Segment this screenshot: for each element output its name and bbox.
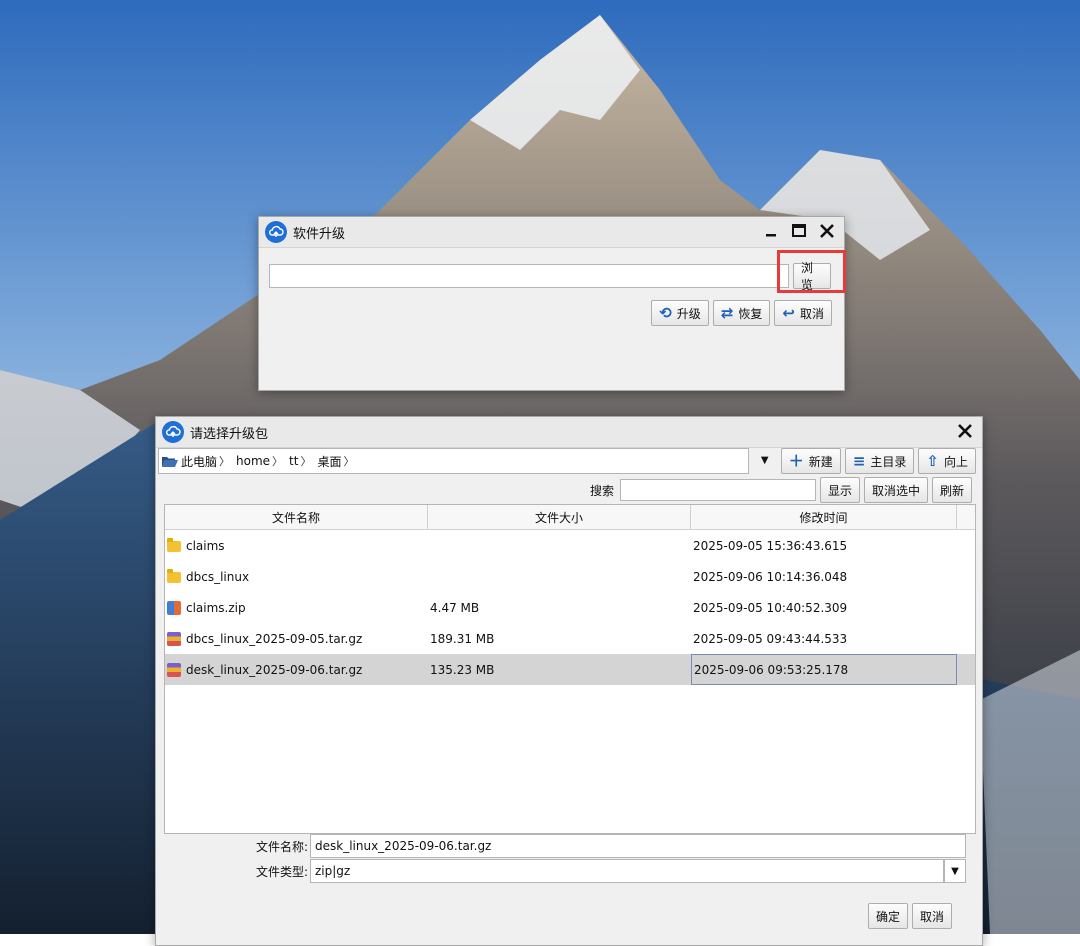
dialog-title: 请选择升级包	[190, 426, 269, 442]
caret-down-icon: ▼	[951, 865, 959, 877]
browse-highlight-box	[777, 250, 846, 293]
table-row[interactable]: dbcs_linux_2025-09-05.tar.gz 189.31 MB 2…	[165, 623, 975, 654]
search-input[interactable]	[619, 479, 816, 501]
chevron-right-icon: 〉	[300, 455, 312, 468]
upgrade-button[interactable]: ⟲ 升级	[651, 300, 709, 326]
file-name: claims.zip	[186, 600, 246, 615]
file-modified: 2025-09-06 10:14:36.048	[693, 569, 848, 584]
breadcrumb-label: 桌面	[317, 454, 342, 469]
chevron-right-icon: 〉	[343, 455, 355, 468]
file-size: 4.47 MB	[430, 600, 480, 615]
file-modified: 2025-09-06 09:53:25.178	[691, 654, 957, 685]
file-type-select[interactable]: zip|gz	[310, 859, 944, 883]
search-label: 搜索	[589, 483, 614, 498]
file-name: dbcs_linux	[186, 569, 250, 584]
file-size	[428, 561, 691, 592]
zip-icon	[167, 600, 181, 615]
path-dropdown-button[interactable]: ▼	[753, 448, 777, 472]
refresh-button[interactable]: 刷新	[931, 477, 972, 503]
table-row[interactable]: claims 2025-09-05 15:36:43.615	[165, 530, 975, 561]
file-table: 文件名称 文件大小 修改时间 claims 2025-09-05 15:36:4…	[164, 504, 976, 834]
archive-icon	[167, 631, 181, 646]
maximize-icon[interactable]	[788, 220, 810, 242]
file-chooser-dialog: 请选择升级包 此电脑〉 home 〉 tt 〉 桌面〉 ▼ ＋新建 ≡ 主目录 ⇧ 向上…	[155, 416, 983, 946]
sync-icon: ⇄	[720, 303, 734, 322]
cancel-button-label: 取消	[919, 909, 944, 924]
ok-button-label: 确定	[875, 909, 900, 924]
chevron-right-icon: 〉	[219, 455, 231, 468]
breadcrumb-tt[interactable]: tt 〉	[289, 453, 311, 469]
column-header-modified[interactable]: 修改时间	[691, 505, 957, 529]
reply-arrow-icon: ↩	[782, 303, 795, 322]
upgrade-button-label: 升级	[676, 306, 701, 321]
close-icon[interactable]	[954, 420, 976, 442]
plus-icon: ＋	[788, 451, 804, 470]
folder-icon	[167, 568, 181, 583]
show-button-label: 显示	[827, 483, 852, 498]
file-name: desk_linux_2025-09-06.tar.gz	[186, 662, 363, 677]
file-name: dbcs_linux_2025-09-05.tar.gz	[186, 631, 363, 646]
upgrade-titlebar[interactable]: 软件升级	[259, 217, 844, 248]
breadcrumb-home[interactable]: home 〉	[236, 453, 283, 469]
restore-button-label: 恢复	[738, 306, 763, 321]
upgrade-window-title: 软件升级	[293, 226, 346, 242]
chevron-right-icon: 〉	[272, 455, 284, 468]
new-folder-button[interactable]: ＋ 新建	[780, 448, 841, 474]
breadcrumb-this-pc[interactable]: 此电脑〉	[161, 453, 230, 470]
cancel-button[interactable]: 取消	[911, 903, 952, 929]
ok-button[interactable]: 确定	[867, 903, 908, 929]
menu-icon: ≡	[852, 451, 866, 470]
file-name-field[interactable]: desk_linux_2025-09-06.tar.gz	[310, 834, 966, 858]
table-row[interactable]: claims.zip 4.47 MB 2025-09-05 10:40:52.3…	[165, 592, 975, 623]
table-row-selected[interactable]: desk_linux_2025-09-06.tar.gz 135.23 MB 2…	[165, 654, 975, 685]
file-type-dropdown-button[interactable]: ▼	[944, 859, 966, 883]
upgrade-window: 软件升级 浏览 ⟲ 升级 ⇄ 恢复 ↩ 取消	[258, 216, 845, 391]
archive-icon	[167, 662, 181, 677]
home-dir-label: 主目录	[870, 454, 907, 469]
home-dir-button[interactable]: ≡ 主目录	[844, 448, 915, 474]
breadcrumb-label: home	[236, 454, 271, 468]
file-name: claims	[186, 538, 225, 553]
file-type-label: 文件类型:	[255, 864, 308, 879]
file-name-label: 文件名称:	[255, 839, 308, 854]
table-header: 文件名称 文件大小 修改时间	[165, 505, 975, 530]
upload-arrow-icon: ⇧	[926, 451, 939, 470]
deselect-button-label: 取消选中	[871, 483, 920, 498]
cloud-upload-icon	[265, 221, 287, 243]
file-size: 135.23 MB	[430, 662, 495, 677]
breadcrumb-label: 此电脑	[181, 454, 218, 469]
column-header-size[interactable]: 文件大小	[428, 505, 691, 529]
file-modified: 2025-09-05 09:43:44.533	[693, 631, 848, 646]
cancel-upgrade-button[interactable]: ↩ 取消	[774, 300, 832, 326]
new-folder-label: 新建	[808, 454, 833, 469]
deselect-button[interactable]: 取消选中	[863, 477, 928, 503]
file-size	[428, 530, 691, 561]
up-dir-button[interactable]: ⇧ 向上	[918, 448, 976, 474]
folder-icon	[167, 537, 181, 552]
minimize-icon[interactable]	[760, 220, 782, 242]
table-row[interactable]: dbcs_linux 2025-09-06 10:14:36.048	[165, 561, 975, 592]
dialog-titlebar[interactable]: 请选择升级包	[156, 417, 982, 448]
cloud-upload-icon	[162, 421, 184, 443]
column-header-name[interactable]: 文件名称	[165, 505, 428, 529]
file-modified: 2025-09-05 15:36:43.615	[693, 538, 848, 553]
show-button[interactable]: 显示	[819, 477, 860, 503]
undo-icon: ⟲	[659, 303, 672, 322]
breadcrumb-desktop[interactable]: 桌面〉	[317, 453, 354, 470]
cancel-upgrade-button-label: 取消	[799, 306, 824, 321]
caret-down-icon: ▼	[760, 454, 769, 466]
breadcrumb: 此电脑〉 home 〉 tt 〉 桌面〉	[158, 448, 749, 474]
close-icon[interactable]	[816, 220, 838, 242]
upgrade-path-input[interactable]	[269, 264, 789, 288]
refresh-button-label: 刷新	[939, 483, 964, 498]
restore-button[interactable]: ⇄ 恢复	[712, 300, 771, 326]
up-dir-label: 向上	[943, 454, 968, 469]
file-modified: 2025-09-05 10:40:52.309	[693, 600, 848, 615]
breadcrumb-label: tt	[289, 454, 299, 468]
open-folder-icon	[162, 456, 178, 467]
file-size: 189.31 MB	[430, 631, 495, 646]
